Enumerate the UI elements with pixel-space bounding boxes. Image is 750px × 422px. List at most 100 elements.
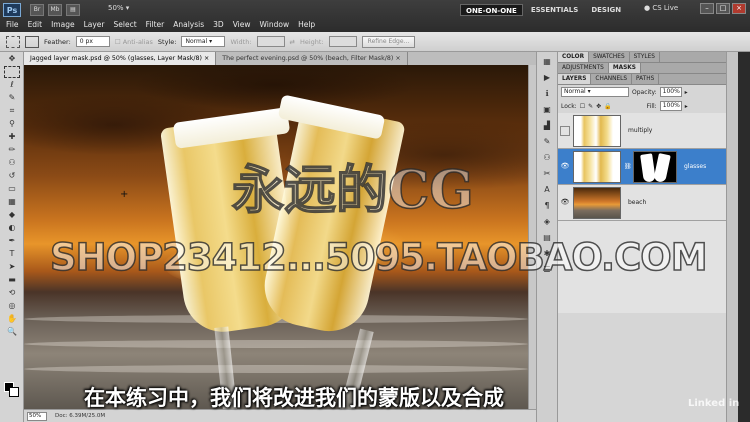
gradient-tool-icon[interactable]: ▦ [4, 196, 20, 208]
menu-analysis[interactable]: Analysis [173, 18, 204, 32]
actions-panel-icon[interactable]: ▶ [540, 72, 554, 84]
minimize-icon[interactable]: – [700, 3, 714, 14]
video-subtitle: 在本练习中，我们将改进我们的蒙版以及合成 [84, 386, 504, 410]
eraser-tool-icon[interactable]: ▭ [4, 183, 20, 195]
selection-mode-icon[interactable] [25, 35, 39, 48]
document-size-info[interactable]: Doc: 6.39M/25.0M [55, 413, 105, 419]
opacity-arrow-icon[interactable]: ▸ [685, 89, 688, 96]
histogram-panel-icon[interactable]: ▟ [540, 120, 554, 132]
close-icon[interactable]: × [732, 3, 746, 14]
chain-link-icon[interactable]: ⛓ [624, 163, 632, 170]
width-input[interactable] [256, 36, 285, 47]
eyedropper-tool-icon[interactable]: ⚲ [4, 118, 20, 130]
menu-edit[interactable]: Edit [28, 18, 43, 32]
visibility-toggle[interactable] [560, 125, 570, 136]
3d-orbit-tool-icon[interactable]: ◎ [4, 300, 20, 312]
marquee-tool-icon[interactable] [4, 66, 20, 78]
status-zoom-field[interactable]: 50% [27, 411, 47, 421]
menu-layer[interactable]: Layer [84, 18, 105, 32]
zoom-level-icon[interactable]: ▤ [66, 4, 80, 16]
tab-channels[interactable]: CHANNELS [591, 74, 633, 84]
layer-row[interactable]: 👁 beach [558, 185, 738, 221]
move-tool-icon[interactable]: ✥ [4, 53, 20, 65]
clone-source-panel-icon[interactable]: ⚇ [540, 152, 554, 164]
brush-panel-icon[interactable]: ✎ [540, 136, 554, 148]
layer-name[interactable]: glasses [684, 163, 706, 170]
navigator-panel-icon[interactable]: ▣ [540, 104, 554, 116]
mini-bridge-icon[interactable]: Mb [48, 4, 62, 16]
blend-mode-select[interactable]: Normal ▾ [561, 87, 629, 97]
workspace-design[interactable]: DESIGN [586, 4, 626, 16]
tab-perfect-evening[interactable]: The perfect evening.psd @ 50% (beach, Fi… [216, 52, 408, 65]
height-input[interactable] [328, 36, 357, 47]
crop-tool-icon[interactable]: ⌗ [4, 105, 20, 117]
fill-arrow-icon[interactable]: ▸ [685, 103, 688, 110]
tab-paths[interactable]: PATHS [632, 74, 660, 84]
3d-rotate-tool-icon[interactable]: ⟲ [4, 287, 20, 299]
quick-select-tool-icon[interactable]: ✎ [4, 92, 20, 104]
history-panel-icon[interactable]: ▦ [540, 56, 554, 68]
workspace-essentials[interactable]: ESSENTIALS [526, 4, 584, 16]
panel-scrollbar[interactable] [726, 52, 738, 422]
eye-icon[interactable]: 👁 [560, 162, 570, 172]
marquee-preset-icon[interactable] [6, 35, 20, 48]
zoom-tool-icon[interactable]: 🔍 [4, 326, 20, 338]
lock-image-icon[interactable]: ✎ [588, 103, 593, 110]
character-panel-icon[interactable]: A [540, 184, 554, 196]
layer-name[interactable]: beach [628, 199, 646, 206]
layer-row[interactable]: multiply [558, 113, 738, 149]
tab-jagged-layer-mask[interactable]: Jagged layer mask.psd @ 50% (glasses, La… [24, 52, 217, 65]
brush-tool-icon[interactable]: ✏ [4, 144, 20, 156]
tab-styles[interactable]: STYLES [630, 52, 660, 62]
clone-stamp-tool-icon[interactable]: ⚇ [4, 157, 20, 169]
info-panel-icon[interactable]: ℹ [540, 88, 554, 100]
tab-layers[interactable]: LAYERS [558, 74, 592, 84]
layer-mask-thumbnail[interactable] [633, 150, 677, 183]
dodge-tool-icon[interactable]: ◐ [4, 222, 20, 234]
lock-all-icon[interactable]: 🔒 [604, 103, 611, 110]
background-color-swatch[interactable] [9, 387, 19, 397]
tab-masks[interactable]: MASKS [608, 63, 641, 73]
tab-swatches[interactable]: SWATCHES [589, 52, 630, 62]
history-brush-tool-icon[interactable]: ↺ [4, 170, 20, 182]
menu-image[interactable]: Image [51, 18, 75, 32]
blur-tool-icon[interactable]: ◆ [4, 209, 20, 221]
tool-presets-panel-icon[interactable]: ✂ [540, 168, 554, 180]
menu-help[interactable]: Help [298, 18, 315, 32]
shape-tool-icon[interactable]: ▬ [4, 274, 20, 286]
workspace-one-on-one[interactable]: ONE-ON-ONE [460, 4, 523, 16]
lasso-tool-icon[interactable]: ℓ [4, 79, 20, 91]
opacity-input[interactable]: 100% [659, 87, 682, 97]
paragraph-panel-icon[interactable]: ¶ [540, 200, 554, 212]
lock-position-icon[interactable]: ✥ [596, 103, 601, 110]
layer-name[interactable]: multiply [628, 127, 652, 134]
bridge-icon[interactable]: Br [30, 4, 44, 16]
swap-icon[interactable]: ⇄ [290, 38, 295, 46]
menu-filter[interactable]: Filter [146, 18, 165, 32]
healing-tool-icon[interactable]: ✚ [4, 131, 20, 143]
refine-edge-button[interactable]: Refine Edge... [361, 35, 416, 48]
antialias-checkbox[interactable]: ☐ Anti-alias [115, 38, 153, 46]
eye-icon[interactable]: 👁 [560, 198, 570, 208]
path-select-tool-icon[interactable]: ➤ [4, 261, 20, 273]
fill-input[interactable]: 100% [659, 101, 682, 111]
3d-panel-icon[interactable]: ◈ [540, 216, 554, 228]
cs-live-button[interactable]: ● CS Live [644, 4, 678, 12]
hand-tool-icon[interactable]: ✋ [4, 313, 20, 325]
menu-file[interactable]: File [6, 18, 19, 32]
maximize-icon[interactable]: □ [716, 3, 730, 14]
menu-3d[interactable]: 3D [213, 18, 224, 32]
lock-transparent-icon[interactable]: ☐ [580, 103, 585, 110]
tools-panel: ✥ ℓ ✎ ⌗ ⚲ ✚ ✏ ⚇ ↺ ▭ ▦ ◆ ◐ ✒ T ➤ ▬ ⟲ ◎ ✋ … [0, 52, 24, 422]
tab-color[interactable]: COLOR [558, 52, 590, 62]
zoom-dropdown[interactable]: 50% ▾ [108, 4, 129, 12]
feather-input[interactable]: 0 px [75, 36, 110, 47]
menu-view[interactable]: View [233, 18, 251, 32]
tab-adjustments[interactable]: ADJUSTMENTS [558, 63, 609, 73]
menu-window[interactable]: Window [260, 18, 290, 32]
type-tool-icon[interactable]: T [4, 248, 20, 260]
layer-row[interactable]: 👁 ⛓ glasses [558, 149, 738, 185]
style-select[interactable]: Normal ▾ [181, 36, 226, 47]
pen-tool-icon[interactable]: ✒ [4, 235, 20, 247]
menu-select[interactable]: Select [114, 18, 137, 32]
